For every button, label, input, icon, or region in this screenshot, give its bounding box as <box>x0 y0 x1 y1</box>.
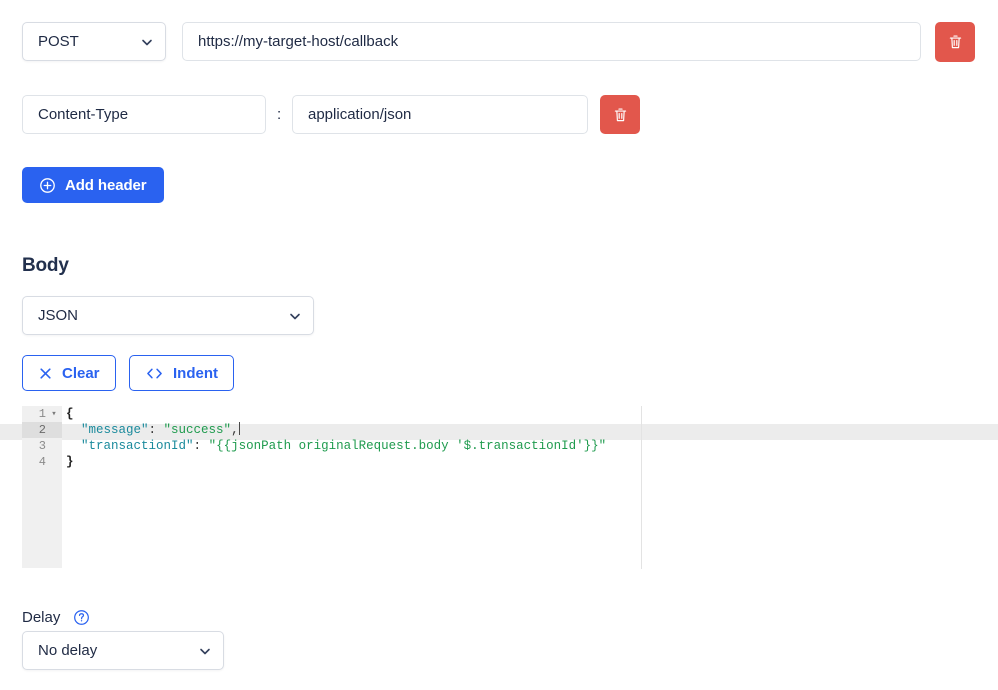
editor-code-content[interactable]: { "message": "success", "transactionId":… <box>66 406 966 470</box>
add-header-button[interactable]: Add header <box>22 167 164 203</box>
header-name-input[interactable] <box>22 95 266 134</box>
editor-line-number[interactable]: 3 <box>22 438 62 454</box>
editor-line-number[interactable]: 2 <box>22 422 62 438</box>
help-circle-icon[interactable] <box>73 609 90 626</box>
editor-line-number[interactable]: 1 ▾ <box>22 406 62 422</box>
editor-code-line[interactable]: } <box>66 454 966 470</box>
http-method-select[interactable]: POST <box>22 22 166 61</box>
body-heading: Body <box>22 255 69 276</box>
editor-code-line[interactable]: "message": "success", <box>66 422 966 438</box>
delete-request-button[interactable] <box>935 22 975 62</box>
code-token-punct: : <box>148 423 164 437</box>
editor-line-number-gutter[interactable]: 1 ▾ 2 3 4 <box>22 406 62 568</box>
code-token-str: "success" <box>163 423 232 437</box>
http-method-value: POST <box>38 33 79 50</box>
trash-icon <box>948 34 963 50</box>
body-type-select[interactable]: JSON <box>22 296 314 335</box>
plus-circle-icon <box>39 177 56 194</box>
code-token-punct: , <box>231 423 239 437</box>
code-token-key: "transactionId" <box>81 439 194 453</box>
body-type-value: JSON <box>38 307 79 324</box>
target-url-input[interactable] <box>182 22 921 61</box>
clear-body-button[interactable]: Clear <box>22 355 116 391</box>
json-body-editor[interactable]: 1 ▾ 2 3 4 { "message": "success", "transacti… <box>0 406 998 569</box>
delay-select[interactable]: No delay <box>22 631 224 670</box>
code-fold-toggle-icon[interactable]: ▾ <box>49 406 59 422</box>
chevron-down-icon <box>140 35 154 49</box>
code-token-str: "{{jsonPath originalRequest.body '$.tran… <box>208 439 607 453</box>
text-cursor <box>238 422 240 435</box>
clear-body-label: Clear <box>62 364 100 382</box>
indent-body-label: Indent <box>173 364 218 382</box>
editor-code-line[interactable]: { <box>66 406 966 422</box>
chevron-down-icon <box>198 644 212 658</box>
close-x-icon <box>38 366 53 381</box>
code-token-punct: : <box>193 439 209 453</box>
delay-value: No delay <box>38 642 98 659</box>
chevron-down-icon <box>288 309 302 323</box>
indent-body-button[interactable]: Indent <box>129 355 234 391</box>
add-header-label: Add header <box>65 176 147 194</box>
editor-code-line[interactable]: "transactionId": "{{jsonPath originalReq… <box>66 438 966 454</box>
trash-icon <box>613 107 628 123</box>
header-value-input[interactable] <box>292 95 588 134</box>
code-token-brace: { <box>66 407 74 421</box>
header-separator: : <box>277 106 282 123</box>
code-token-brace: } <box>66 455 74 469</box>
delay-label: Delay <box>22 609 61 626</box>
editor-line-number[interactable]: 4 <box>22 454 62 470</box>
delete-header-button[interactable] <box>600 95 640 134</box>
code-token-key: "message" <box>81 423 149 437</box>
code-brackets-icon <box>145 366 164 381</box>
